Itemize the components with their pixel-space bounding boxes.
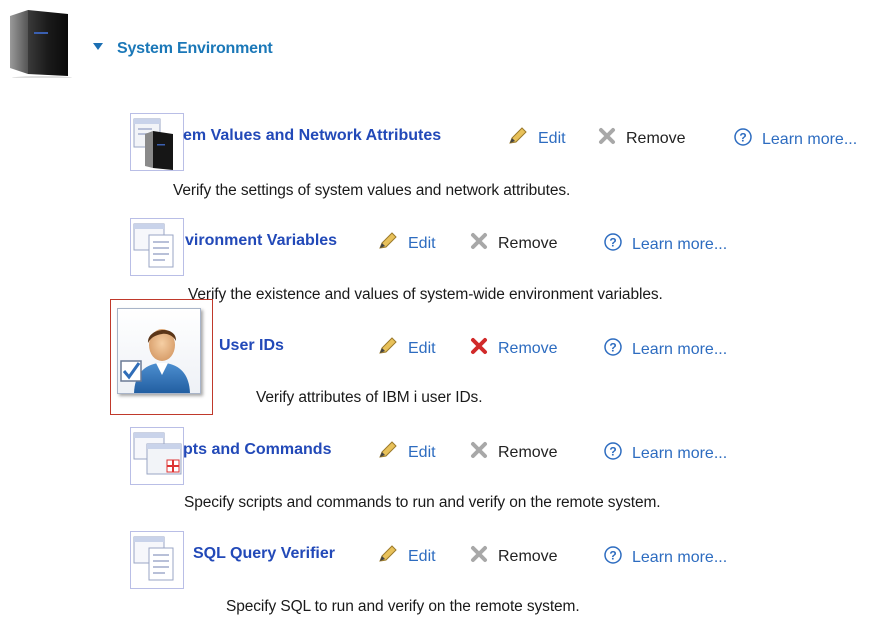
learn-more-label: Learn more...: [632, 340, 728, 358]
remove-link[interactable]: Remove: [597, 127, 686, 150]
script-window-icon[interactable]: [130, 427, 184, 485]
section-title[interactable]: System Environment: [117, 40, 273, 58]
svg-text:?: ?: [739, 131, 746, 145]
remove-x-icon: [469, 337, 489, 360]
pencil-icon: [377, 545, 399, 568]
remove-label: Remove: [626, 129, 686, 147]
learn-more-link[interactable]: ? Learn more...: [603, 232, 727, 257]
edit-label: Edit: [538, 129, 566, 147]
remove-link[interactable]: Remove: [469, 545, 558, 568]
document-window-icon[interactable]: [130, 531, 184, 589]
document-window-icon[interactable]: [130, 218, 184, 276]
edit-link[interactable]: Edit: [377, 232, 436, 255]
pencil-icon: [377, 337, 399, 360]
edit-label: Edit: [408, 234, 436, 252]
remove-x-icon: [597, 127, 617, 150]
expand-triangle-icon[interactable]: [93, 43, 103, 50]
item-description: Verify the existence and values of syste…: [188, 286, 663, 303]
item-description: Verify the settings of system values and…: [173, 182, 571, 199]
server-tower-icon: [6, 6, 74, 80]
learn-more-link[interactable]: ? Learn more...: [603, 337, 727, 362]
learn-more-link[interactable]: ? Learn more...: [733, 127, 857, 152]
system-values-icon[interactable]: [130, 113, 184, 171]
item-title[interactable]: vironment Variables: [185, 232, 337, 250]
learn-more-label: Learn more...: [632, 444, 728, 462]
remove-label: Remove: [498, 339, 558, 357]
edit-link[interactable]: Edit: [507, 127, 566, 150]
svg-text:?: ?: [609, 445, 616, 459]
learn-more-label: Learn more...: [762, 130, 858, 148]
item-title[interactable]: em Values and Network Attributes: [183, 127, 441, 145]
pencil-icon: [377, 232, 399, 255]
remove-label: Remove: [498, 443, 558, 461]
edit-link[interactable]: Edit: [377, 441, 436, 464]
remove-link[interactable]: Remove: [469, 337, 558, 360]
help-circle-icon: ?: [733, 127, 753, 152]
edit-link[interactable]: Edit: [377, 337, 436, 360]
remove-x-icon: [469, 232, 489, 255]
edit-label: Edit: [408, 443, 436, 461]
pencil-icon: [507, 127, 529, 150]
user-checkbox-icon[interactable]: [117, 308, 201, 394]
remove-link[interactable]: Remove: [469, 232, 558, 255]
item-description: Verify attributes of IBM i user IDs.: [256, 389, 483, 406]
help-circle-icon: ?: [603, 545, 623, 570]
svg-text:?: ?: [609, 236, 616, 250]
remove-link[interactable]: Remove: [469, 441, 558, 464]
item-description: Specify SQL to run and verify on the rem…: [226, 598, 580, 615]
item-description: Specify scripts and commands to run and …: [184, 494, 661, 511]
item-title[interactable]: pts and Commands: [183, 441, 331, 459]
remove-label: Remove: [498, 234, 558, 252]
pencil-icon: [377, 441, 399, 464]
item-title[interactable]: SQL Query Verifier: [193, 545, 335, 563]
help-circle-icon: ?: [603, 441, 623, 466]
learn-more-label: Learn more...: [632, 548, 728, 566]
learn-more-label: Learn more...: [632, 235, 728, 253]
learn-more-link[interactable]: ? Learn more...: [603, 441, 727, 466]
svg-text:?: ?: [609, 549, 616, 563]
remove-label: Remove: [498, 547, 558, 565]
item-title[interactable]: User IDs: [219, 337, 284, 355]
edit-link[interactable]: Edit: [377, 545, 436, 568]
learn-more-link[interactable]: ? Learn more...: [603, 545, 727, 570]
remove-x-icon: [469, 545, 489, 568]
help-circle-icon: ?: [603, 337, 623, 362]
svg-text:?: ?: [609, 341, 616, 355]
edit-label: Edit: [408, 339, 436, 357]
help-circle-icon: ?: [603, 232, 623, 257]
edit-label: Edit: [408, 547, 436, 565]
remove-x-icon: [469, 441, 489, 464]
